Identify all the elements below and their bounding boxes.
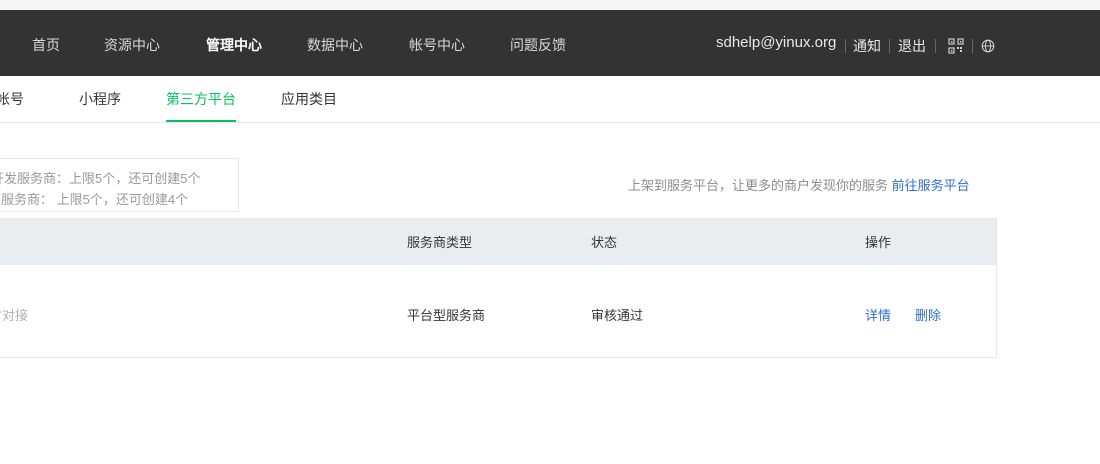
provider-status: 审核通过	[591, 308, 644, 323]
active-tab-indicator	[166, 120, 236, 122]
tab-third-party-platform[interactable]: 第三方平台	[166, 76, 236, 122]
qrcode-icon[interactable]	[948, 38, 964, 54]
divider	[845, 39, 846, 53]
detail-link[interactable]: 详情	[865, 305, 891, 324]
nav-resource-center[interactable]: 资源中心	[104, 10, 160, 76]
nav-account-center[interactable]: 帐号中心	[409, 10, 465, 76]
service-platform-promo: 上架到服务平台，让更多的商户发现你的服务 前往服务平台	[628, 175, 970, 194]
tab-official-accounts[interactable]: 公众帐号	[0, 76, 24, 122]
provider-table: 服务商类型 状态 操作 时对接 平台型服务商 审核通过 详情 删除	[0, 218, 997, 358]
logout-link[interactable]: 退出	[898, 36, 926, 56]
column-header-actions: 操作	[865, 235, 892, 250]
tab-app-categories[interactable]: 应用类目	[281, 76, 337, 122]
provider-type: 平台型服务商	[407, 308, 486, 323]
user-email[interactable]: sdhelp@yinux.org	[716, 34, 836, 51]
delete-link[interactable]: 删除	[915, 305, 941, 324]
top-navigation-bar: 首页 资源中心 管理中心 数据中心 帐号中心 问题反馈 sdhelp@yinux…	[0, 10, 1100, 76]
nav-home[interactable]: 首页	[32, 10, 60, 76]
nav-data-center[interactable]: 数据中心	[307, 10, 363, 76]
nav-feedback[interactable]: 问题反馈	[510, 10, 566, 76]
service-platform-link[interactable]: 前往服务平台	[892, 178, 970, 193]
sub-navigation: 公众帐号 小程序 第三方平台 应用类目	[0, 76, 1100, 123]
provider-quota-text: 服务商： 上限5个，还可创建4个	[1, 192, 189, 207]
browser-top-strip	[0, 0, 1100, 10]
column-header-type: 服务商类型	[407, 235, 473, 250]
tab-mini-programs[interactable]: 小程序	[79, 76, 121, 122]
quota-info-box: 开发服务商：上限5个，还可创建5个 服务商： 上限5个，还可创建4个	[0, 158, 239, 212]
notifications-link[interactable]: 通知	[853, 36, 881, 56]
divider	[889, 39, 890, 53]
provider-name: 时对接	[0, 308, 29, 323]
column-header-status: 状态	[591, 235, 618, 250]
developer-quota-text: 开发服务商：上限5个，还可创建5个	[0, 171, 201, 186]
table-header: 服务商类型 状态 操作	[0, 219, 996, 265]
divider	[935, 39, 936, 53]
nav-management-center[interactable]: 管理中心	[206, 10, 262, 76]
globe-icon[interactable]	[981, 39, 995, 53]
promo-text: 上架到服务平台，让更多的商户发现你的服务	[628, 178, 889, 193]
divider	[972, 39, 973, 53]
